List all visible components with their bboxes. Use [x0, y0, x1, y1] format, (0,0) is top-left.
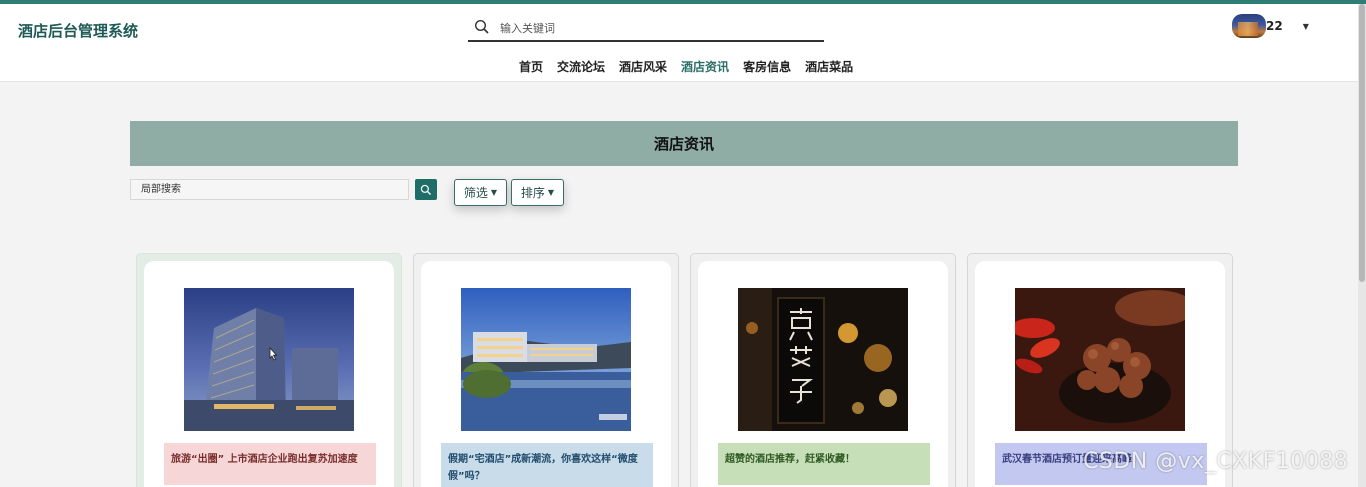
news-card-body: 假期“宅酒店”成新潮流，你喜欢这样“微度假”吗？ — [421, 261, 671, 487]
search-icon — [420, 184, 431, 195]
page-scrollbar[interactable] — [1358, 4, 1366, 487]
watermark: CSDN @vx_CXKF10088 — [1083, 449, 1349, 474]
local-search-input[interactable] — [130, 179, 409, 200]
sort-label: 排序 — [520, 186, 545, 200]
news-card-title[interactable]: 超赞的酒店推荐，赶紧收藏！ — [718, 443, 930, 485]
brand-title: 酒店后台管理系统 — [18, 22, 139, 40]
nav-item-room-info[interactable]: 客房信息 — [736, 58, 798, 75]
caret-down-icon: ▼ — [547, 188, 555, 197]
alley-lantern-sign-image[interactable] — [738, 288, 908, 431]
local-search-button[interactable] — [415, 179, 437, 200]
search-icon[interactable] — [474, 19, 490, 35]
page-title: 酒店资讯 — [653, 135, 714, 153]
username[interactable]: 22 — [1266, 19, 1283, 33]
caret-down-icon: ▼ — [490, 188, 498, 197]
user-menu[interactable]: 22 ▼ — [1232, 14, 1309, 38]
global-search — [468, 16, 824, 42]
nav-item-home[interactable]: 首页 — [512, 58, 550, 75]
news-card[interactable]: 超赞的酒店推荐，赶紧收藏！ — [690, 253, 956, 487]
news-card-title[interactable]: 假期“宅酒店”成新潮流，你喜欢这样“微度假”吗？ — [441, 443, 653, 487]
nav-item-forum[interactable]: 交流论坛 — [550, 58, 612, 75]
global-search-input[interactable] — [500, 18, 810, 38]
filter-dropdown-button[interactable]: 筛选 ▼ — [454, 179, 507, 206]
news-card[interactable]: 旅游“出圈” 上市酒店企业跑出复苏加速度 — [136, 253, 402, 487]
nav-item-hotel-style[interactable]: 酒店风采 — [612, 58, 674, 75]
main-nav: 首页 交流论坛 酒店风采 酒店资讯 客房信息 酒店菜品 — [512, 58, 860, 75]
filter-label: 筛选 — [463, 186, 488, 200]
scrollbar-thumb[interactable] — [1359, 4, 1365, 282]
sort-dropdown-button[interactable]: 排序 ▼ — [511, 179, 564, 206]
news-card-body: 超赞的酒店推荐，赶紧收藏！ — [698, 261, 948, 487]
header: 酒店后台管理系统 22 ▼ 首页 交流论坛 酒店风采 酒店资讯 客房信息 酒店菜… — [0, 4, 1358, 82]
resort-lake-dusk-image[interactable] — [461, 288, 631, 431]
page-title-banner: 酒店资讯 — [130, 121, 1238, 166]
nav-item-hotel-dishes[interactable]: 酒店菜品 — [798, 58, 860, 75]
news-card-body: 旅游“出圈” 上市酒店企业跑出复苏加速度 — [144, 261, 394, 487]
avatar[interactable] — [1232, 14, 1266, 38]
chevron-down-icon[interactable]: ▼ — [1303, 22, 1309, 31]
news-card[interactable]: 假期“宅酒店”成新潮流，你喜欢这样“微度假”吗？ — [413, 253, 679, 487]
nav-item-hotel-news[interactable]: 酒店资讯 — [674, 58, 736, 75]
hotel-tower-night-image[interactable] — [184, 288, 354, 431]
news-card-title[interactable]: 旅游“出圈” 上市酒店企业跑出复苏加速度 — [164, 443, 376, 485]
braised-meat-chili-image[interactable] — [1015, 288, 1185, 431]
